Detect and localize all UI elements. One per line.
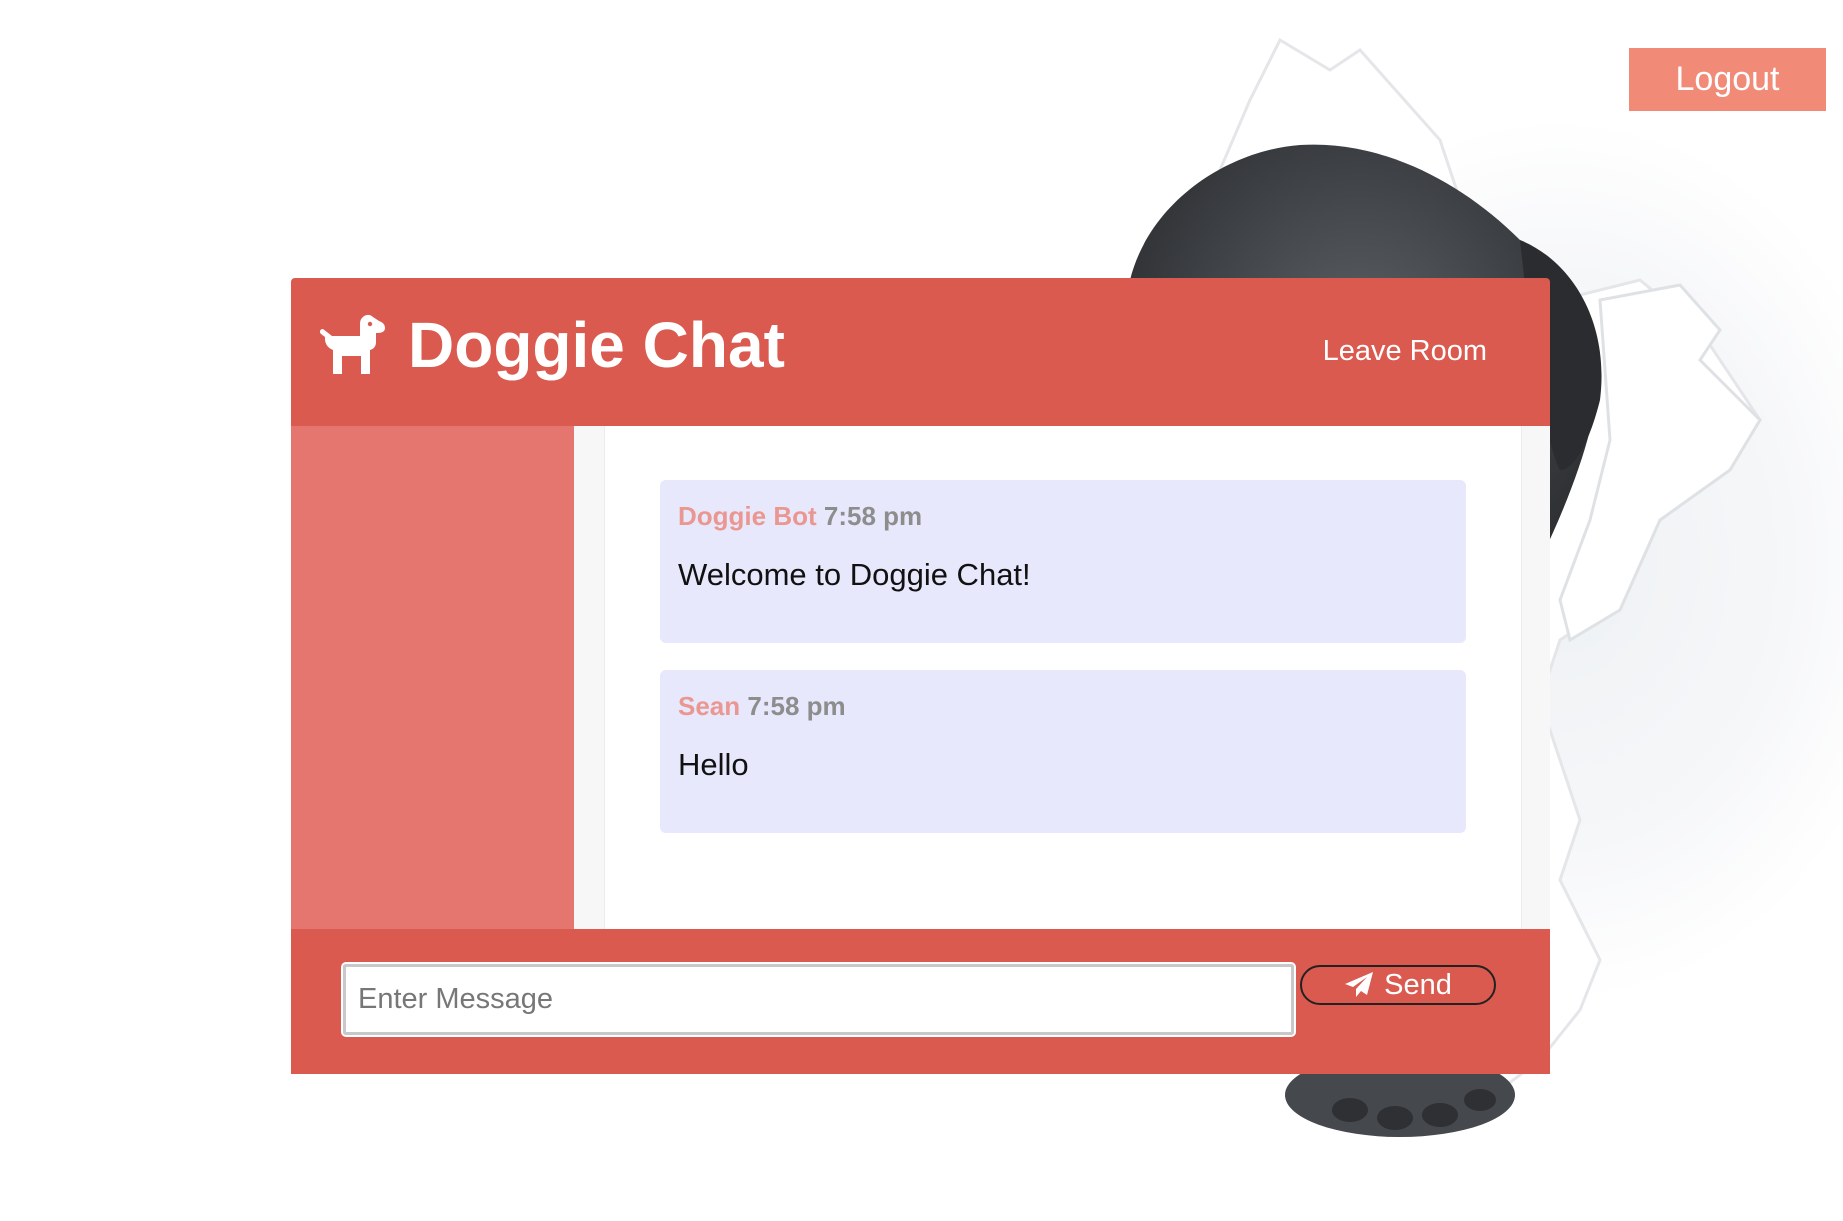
messages-area[interactable]: Doggie Bot 7:58 pm Welcome to Doggie Cha… <box>574 426 1550 929</box>
message-time: 7:58 pm <box>747 691 846 721</box>
send-button[interactable]: Send <box>1300 965 1496 1005</box>
message-text: Welcome to Doggie Chat! <box>678 557 1031 592</box>
message-text: Hello <box>678 747 749 782</box>
message-meta: Doggie Bot 7:58 pm <box>678 500 922 532</box>
send-button-label: Send <box>1384 968 1452 1001</box>
message-item: Doggie Bot 7:58 pm Welcome to Doggie Cha… <box>660 480 1466 643</box>
leave-room-link[interactable]: Leave Room <box>1323 333 1487 369</box>
app-title: Doggie Chat <box>408 309 785 381</box>
message-author: Doggie Bot <box>678 501 817 531</box>
message-author: Sean <box>678 691 741 721</box>
messages-list: Doggie Bot 7:58 pm Welcome to Doggie Cha… <box>604 426 1522 929</box>
message-composer: Send <box>291 929 1550 1074</box>
message-item: Sean 7:58 pm Hello <box>660 670 1466 833</box>
chat-window: Doggie Chat Leave Room Doggie Bot 7:58 p… <box>291 278 1550 1074</box>
dog-icon <box>319 314 385 374</box>
logout-button[interactable]: Logout <box>1629 48 1826 111</box>
message-input[interactable] <box>341 962 1296 1037</box>
message-meta: Sean 7:58 pm <box>678 690 846 722</box>
chat-header: Doggie Chat Leave Room <box>291 278 1550 426</box>
paper-plane-icon <box>1345 972 1374 997</box>
message-time: 7:58 pm <box>823 501 923 531</box>
chat-sidebar <box>291 426 574 929</box>
